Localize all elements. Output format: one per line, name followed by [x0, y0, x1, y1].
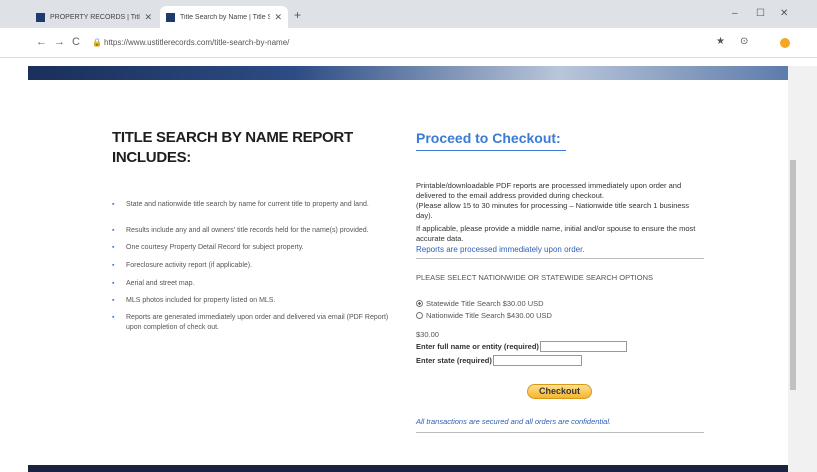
- state-field: Enter state (required): [416, 355, 582, 366]
- bookmark-star-icon[interactable]: ★: [716, 36, 725, 47]
- favicon-icon: [166, 12, 175, 22]
- nationwide-option[interactable]: Nationwide Title Search $430.00 USD: [416, 311, 552, 320]
- back-icon[interactable]: ←: [36, 36, 47, 48]
- state-label: Enter state (required): [416, 356, 492, 365]
- full-name-label: Enter full name or entity (required): [416, 342, 539, 351]
- list-item: Reports are generated immediately upon o…: [112, 313, 397, 333]
- divider: [416, 432, 704, 433]
- processing-text: Printable/downloadable PDF reports are p…: [416, 181, 682, 200]
- statewide-option[interactable]: Statewide Title Search $30.00 USD: [416, 299, 544, 308]
- tab-property-records[interactable]: PROPERTY RECORDS | Title Search ✕: [30, 6, 158, 28]
- tab-label: PROPERTY RECORDS | Title Search: [50, 13, 140, 21]
- divider: [416, 258, 704, 259]
- lock-icon: 🔒: [92, 38, 102, 47]
- option-label: Statewide Title Search $30.00 USD: [426, 299, 544, 308]
- option-label: Nationwide Title Search $430.00 USD: [426, 311, 552, 320]
- state-input[interactable]: [492, 355, 582, 366]
- price-text: $30.00: [416, 330, 439, 339]
- settings-icon[interactable]: ⊙: [740, 36, 748, 47]
- list-item: Foreclosure activity report (if applicab…: [112, 261, 397, 271]
- tab-bar: PROPERTY RECORDS | Title Search ✕ Title …: [0, 0, 817, 28]
- includes-heading: TITLE SEARCH BY NAME REPORT INCLUDES:: [112, 129, 353, 166]
- list-item: State and nationwide title search by nam…: [112, 200, 397, 210]
- select-options-label: PLEASE SELECT NATIONWIDE OR STATEWIDE SE…: [416, 273, 653, 282]
- extension-icon[interactable]: [780, 38, 790, 48]
- tab-title-search[interactable]: Title Search by Name | Title Sear ✕: [160, 6, 288, 28]
- processed-text: Reports are processed immediately upon o…: [416, 245, 585, 254]
- secure-note: All transactions are secured and all ord…: [416, 417, 612, 426]
- close-tab-icon[interactable]: ✕: [274, 12, 282, 23]
- minimize-button[interactable]: –: [732, 8, 738, 19]
- list-item: MLS photos included for property listed …: [112, 296, 397, 306]
- list-item: Results include any and all owners' titl…: [112, 226, 397, 236]
- hero-banner: [28, 66, 788, 80]
- processing-time-text: (Please allow 15 to 30 minutes for proce…: [416, 201, 690, 220]
- middle-name-text: If applicable, please provide a middle n…: [416, 224, 696, 243]
- radio-button[interactable]: [416, 312, 423, 319]
- maximize-button[interactable]: ☐: [756, 8, 765, 19]
- checkout-button[interactable]: Checkout: [527, 384, 592, 399]
- url-field[interactable]: https://www.ustitlerecords.com/title-sea…: [104, 38, 289, 47]
- forward-icon[interactable]: →: [54, 36, 65, 48]
- full-name-input[interactable]: [539, 341, 627, 352]
- full-name-field: Enter full name or entity (required): [416, 341, 627, 352]
- list-item: Aerial and street map.: [112, 279, 397, 289]
- favicon-icon: [36, 12, 45, 22]
- checkout-heading: Proceed to Checkout:: [416, 128, 566, 151]
- footer-bar: [28, 465, 788, 472]
- address-bar: ← → C 🔒 https://www.ustitlerecords.com/t…: [0, 28, 817, 58]
- new-tab-button[interactable]: +: [294, 8, 301, 22]
- reload-icon[interactable]: C: [72, 36, 80, 48]
- list-item: One courtesy Property Detail Record for …: [112, 243, 397, 253]
- scrollbar-thumb[interactable]: [790, 160, 796, 390]
- radio-button[interactable]: [416, 300, 423, 307]
- close-window-button[interactable]: ✕: [780, 8, 788, 19]
- tab-label: Title Search by Name | Title Sear: [180, 13, 271, 21]
- close-tab-icon[interactable]: ✕: [144, 12, 152, 23]
